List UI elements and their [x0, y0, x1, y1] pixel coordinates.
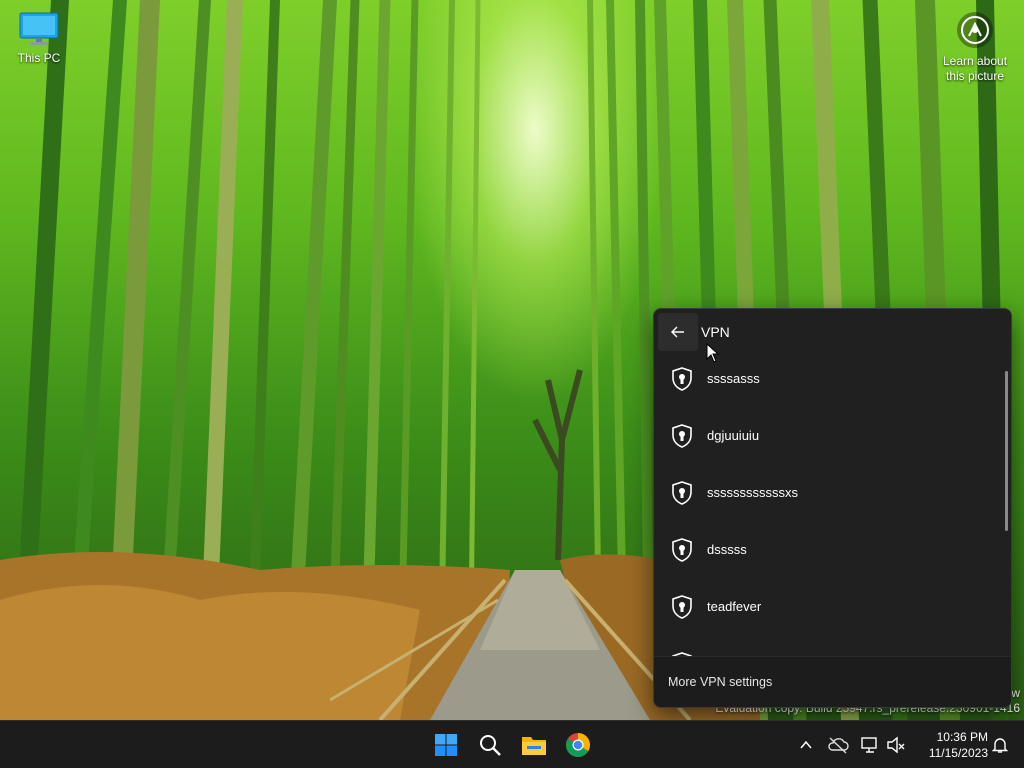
file-explorer-button[interactable]: [514, 725, 554, 765]
notifications-button[interactable]: [988, 733, 1012, 757]
vpn-connection-name: dsssss: [707, 542, 747, 557]
learn-about-picture-button[interactable]: Learn about this picture: [938, 10, 1012, 84]
vpn-list-scrollbar[interactable]: [1005, 371, 1008, 531]
vpn-connection-name: ssssssssssssxs: [707, 485, 798, 500]
taskbar: 10:36 PM 11/15/2023: [0, 720, 1024, 768]
vpn-flyout-title: VPN: [701, 324, 730, 340]
back-arrow-icon: [671, 326, 684, 338]
windows-start-icon: [435, 734, 457, 756]
learn-picture-line1: Learn about: [942, 54, 1008, 68]
vpn-connection-item[interactable]: teadfever: [654, 579, 999, 636]
desktop-icon-label: This PC: [17, 51, 61, 65]
vpn-connection-item[interactable]: ssssssssssssxs: [654, 465, 999, 522]
more-vpn-settings-link[interactable]: More VPN settings: [668, 675, 772, 689]
vpn-connection-item[interactable]: dsssss: [654, 522, 999, 579]
vpn-shield-icon: [672, 367, 692, 391]
folder-icon: [522, 737, 546, 755]
vpn-flyout: VPN ssssasss dgjuuiuiu ssssssssssssxs ds…: [653, 308, 1012, 708]
start-button[interactable]: [426, 725, 466, 765]
vpn-connection-list: ssssasss dgjuuiuiu ssssssssssssxs dsssss: [654, 355, 999, 661]
back-button[interactable]: [658, 313, 698, 351]
vpn-shield-icon: [672, 538, 692, 562]
vpn-connection-name: teadfever: [707, 599, 762, 614]
chrome-icon: [566, 733, 590, 758]
desktop-icon-this-pc[interactable]: This PC: [8, 8, 70, 65]
volume-tray-button[interactable]: [884, 733, 908, 757]
network-icon: [861, 737, 877, 753]
vpn-connection-name: ssssasss: [707, 371, 760, 386]
clock-date: 11/15/2023: [928, 746, 988, 760]
vpn-connection-item[interactable]: dgjuuiuiu: [654, 408, 999, 465]
vpn-connection-name: dgjuuiuiu: [707, 428, 760, 443]
vpn-shield-icon: [672, 595, 692, 619]
camera-aperture-icon: [957, 12, 993, 48]
show-hidden-icons-button[interactable]: [794, 733, 818, 757]
bell-icon: [992, 738, 1008, 753]
search-icon: [480, 735, 501, 756]
this-pc-icon: [19, 12, 59, 45]
speaker-muted-icon: [887, 736, 905, 754]
clock-time: 10:36 PM: [936, 730, 988, 744]
taskbar-clock[interactable]: 10:36 PM 11/15/2023: [912, 729, 988, 761]
vpn-shield-icon: [672, 424, 692, 448]
learn-picture-line2: this picture: [945, 69, 1005, 83]
search-button[interactable]: [470, 725, 510, 765]
watermark-line1: w: [1011, 686, 1020, 700]
cloud-offline-icon: [828, 737, 849, 754]
chrome-button[interactable]: [558, 725, 598, 765]
mouse-pointer-icon: [706, 343, 720, 363]
chevron-up-icon: [800, 740, 812, 749]
vpn-shield-icon: [672, 481, 692, 505]
vpn-flyout-footer: More VPN settings: [654, 656, 1011, 707]
onedrive-tray-button[interactable]: [826, 733, 850, 757]
network-tray-button[interactable]: [858, 733, 882, 757]
